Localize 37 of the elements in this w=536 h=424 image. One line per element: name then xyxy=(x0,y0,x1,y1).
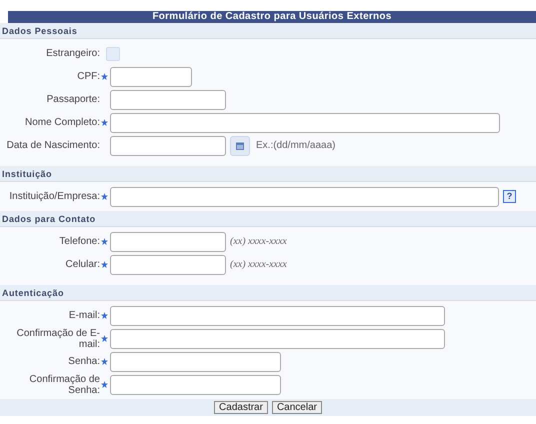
field-label: CPF: xyxy=(76,71,100,82)
checkbox[interactable] xyxy=(106,46,120,60)
date-field[interactable] xyxy=(110,136,226,156)
form-button[interactable]: Cancelar xyxy=(272,401,322,414)
section-header: Dados para Contato xyxy=(0,211,536,227)
field-label: Telefone: xyxy=(58,236,100,247)
password-field[interactable] xyxy=(110,352,281,372)
field-label: Confirmação de Senha: xyxy=(28,374,100,396)
field-label: Senha: xyxy=(67,356,100,367)
field-label: Celular: xyxy=(64,259,100,270)
section-header: Instituição xyxy=(0,166,536,182)
format-hint: (xx) xxxx-xxxx xyxy=(230,235,287,249)
email-field[interactable] xyxy=(110,328,445,348)
form-button[interactable]: Cadastrar xyxy=(214,401,268,414)
section-header: Autenticação xyxy=(0,285,536,301)
field-label: Estrangeiro: xyxy=(45,48,100,59)
format-hint: (xx) xxxx-xxxx xyxy=(230,258,287,272)
field-label: E-mail: xyxy=(68,310,100,321)
phone-field[interactable] xyxy=(110,232,226,252)
field-label: Confirmação de E-mail: xyxy=(16,328,100,350)
form-title: Formulário de Cadastro para Usuários Externos xyxy=(8,11,536,23)
field-label: Passaporte: xyxy=(46,94,100,105)
text-field[interactable] xyxy=(110,186,499,206)
password-field[interactable] xyxy=(110,374,281,394)
field-label: Data de Nascimento: xyxy=(6,140,100,151)
calendar-icon xyxy=(236,142,244,150)
text-field[interactable] xyxy=(110,66,192,86)
help-button[interactable]: ? xyxy=(503,190,516,203)
field-label: Nome Completo: xyxy=(24,117,100,128)
calendar-button[interactable] xyxy=(230,136,250,156)
section-header: Dados Pessoais xyxy=(0,23,536,39)
field-label: Instituição/Empresa: xyxy=(8,191,100,202)
text-field[interactable] xyxy=(110,112,500,132)
email-field[interactable] xyxy=(110,306,445,326)
text-field[interactable] xyxy=(110,90,226,110)
phone-field[interactable] xyxy=(110,254,226,274)
format-hint: Ex.:(dd/mm/aaaa) xyxy=(256,139,336,153)
